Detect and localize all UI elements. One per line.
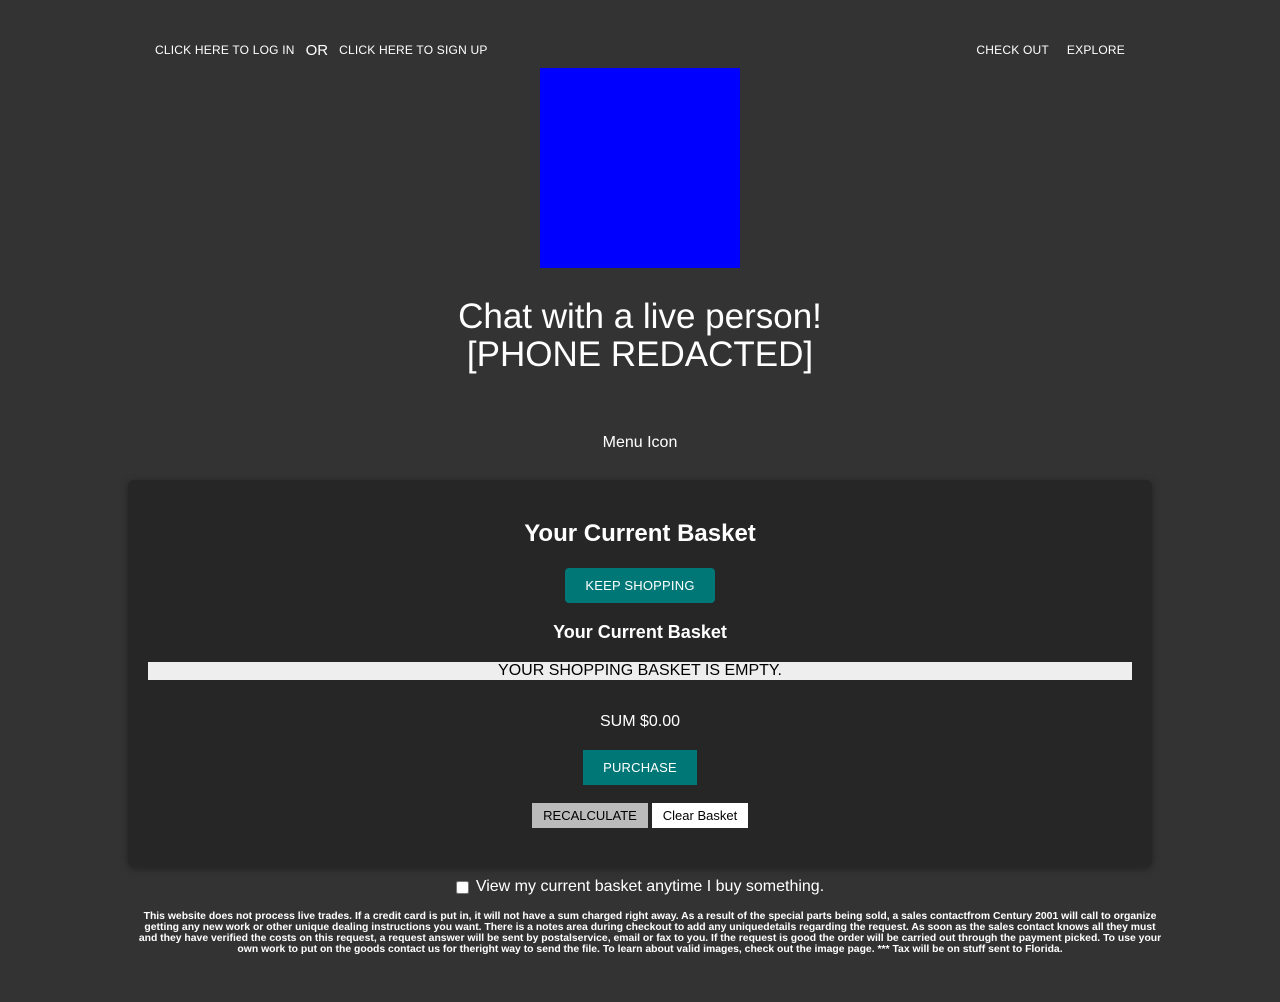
checkout-link[interactable]: Check out [976,43,1048,57]
signup-link[interactable]: Click here to sign up [339,43,487,57]
chat-headline: Chat with a live person! [458,297,822,336]
recalculate-button[interactable]: Recalculate [532,803,648,828]
explore-link[interactable]: Explore [1067,43,1125,57]
basket-title: Your Current Basket [524,520,756,547]
auth-links: Click here to log in OR Click here to si… [155,42,488,59]
login-link[interactable]: Click here to log in [155,43,295,57]
basket-panel: Your Current Basket Keep shopping Your C… [128,480,1152,867]
empty-basket-message: Your shopping basket is empty. [148,662,1132,680]
menu-icon[interactable]: Menu Icon [0,434,1280,452]
view-basket-option: View my current basket anytime I buy som… [0,878,1280,896]
basket-subtitle: Your Current Basket [553,622,727,642]
purchase-button[interactable]: Purchase [583,750,697,785]
top-nav: Click here to log in OR Click here to si… [155,40,1125,60]
chat-phone: [PHONE REDACTED] [466,335,814,374]
or-separator: OR [305,41,329,59]
view-basket-checkbox[interactable] [455,880,469,894]
disclaimer-text: This website does not process live trade… [138,911,1162,955]
basket-actions: Recalculate Clear Basket [532,803,748,828]
clear-basket-button[interactable]: Clear Basket [652,803,748,828]
view-basket-label: View my current basket anytime I buy som… [475,878,825,895]
logo-image[interactable] [540,68,740,268]
basket-sum: SUM $0.00 [599,713,681,730]
chat-callout[interactable]: Chat with a live person! [PHONE REDACTED… [0,298,1280,374]
nav-links: Check out Explore [976,43,1125,57]
keep-shopping-button[interactable]: Keep shopping [565,568,715,603]
